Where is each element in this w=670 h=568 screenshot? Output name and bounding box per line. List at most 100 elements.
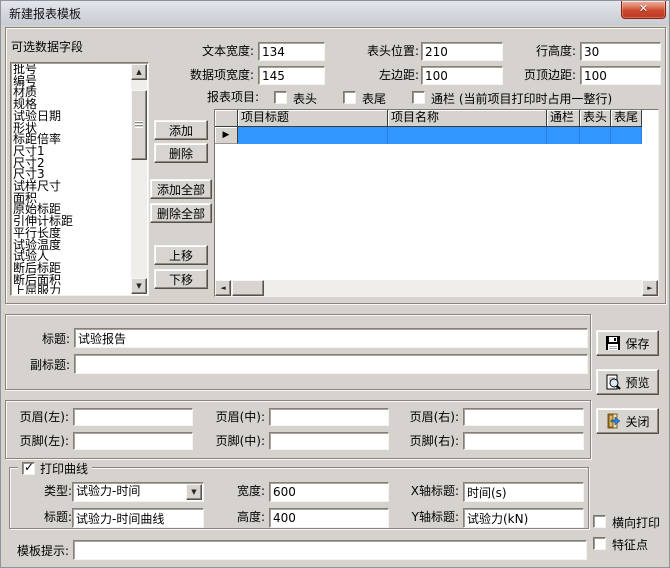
- page-footer-center-label: 页脚(中):: [202, 434, 265, 449]
- grid-horizontal-scrollbar[interactable]: ◄ ►: [215, 280, 658, 296]
- scroll-right-icon: ►: [647, 284, 652, 292]
- grid-cell[interactable]: [547, 127, 580, 144]
- add-all-button[interactable]: 添加全部: [150, 179, 212, 199]
- save-icon: [605, 335, 621, 351]
- title-label: 标题:: [14, 332, 70, 347]
- landscape-print-checkbox[interactable]: [593, 515, 606, 528]
- template-hint-input[interactable]: [73, 540, 587, 560]
- available-fields-label: 可选数据字段: [11, 40, 83, 55]
- row-height-input[interactable]: [580, 42, 661, 61]
- dialog-window: { "window": { "title": "新建报表模板" }, "fiel…: [0, 0, 670, 568]
- scrollbar-thumb[interactable]: [131, 90, 147, 160]
- landscape-print-label: 横向打印: [612, 514, 660, 531]
- curve-width-label: 宽度:: [222, 484, 265, 499]
- grid-cell[interactable]: [611, 127, 642, 144]
- scroll-up-icon: ▲: [136, 68, 141, 76]
- move-up-button[interactable]: 上移: [154, 245, 208, 265]
- preview-button[interactable]: 预览: [596, 369, 659, 395]
- grid-cell[interactable]: [238, 127, 388, 144]
- grid-cell[interactable]: [388, 127, 547, 144]
- title-bar[interactable]: 新建报表模板: [1, 1, 669, 25]
- data-width-label: 数据项宽度:: [156, 68, 254, 83]
- curve-title-label: 标题:: [26, 510, 72, 525]
- grid-header-header[interactable]: 表头: [580, 110, 611, 127]
- text-width-input[interactable]: [258, 42, 325, 61]
- curve-height-input[interactable]: [269, 508, 389, 528]
- x-axis-label: X轴标题:: [395, 484, 459, 499]
- title-input[interactable]: [74, 328, 588, 348]
- subtitle-label: 副标题:: [6, 358, 70, 373]
- table-footer-checkbox[interactable]: [343, 91, 356, 104]
- page-header-right-input[interactable]: [463, 408, 584, 426]
- report-items-grid: 项目标题 项目名称 通栏 表头 表尾 ▶ ◄ ►: [214, 109, 659, 297]
- exit-door-icon: [605, 413, 621, 429]
- table-footer-checkbox-label: 表尾: [362, 90, 386, 107]
- report-items-panel: 可选数据字段 批号编号材质规格试验日期形状标距倍率尺寸1尺寸2尺寸3试样尺寸面积…: [5, 27, 666, 304]
- curve-title-input[interactable]: [72, 508, 204, 528]
- available-fields-listwrap: 批号编号材质规格试验日期形状标距倍率尺寸1尺寸2尺寸3试样尺寸面积原始标距引伸计…: [10, 62, 149, 296]
- preview-icon: [605, 374, 621, 390]
- curve-type-combobox[interactable]: 试验力-时间 ▼: [72, 482, 204, 502]
- scroll-down-icon: ▼: [136, 282, 141, 290]
- page-header-footer-panel: 页眉(左): 页眉(中): 页眉(右): 页脚(左): 页脚(中): 页脚(右)…: [5, 400, 591, 459]
- dropdown-button[interactable]: ▼: [186, 484, 202, 500]
- grid-cell[interactable]: [580, 127, 611, 144]
- left-margin-label: 左边距:: [332, 68, 419, 83]
- table-header-checkbox-label: 表头: [293, 90, 317, 107]
- page-header-left-input[interactable]: [73, 408, 193, 426]
- report-item-label: 报表项目:: [207, 90, 259, 105]
- scroll-down-button[interactable]: ▼: [131, 278, 147, 294]
- subtitle-input[interactable]: [74, 354, 588, 374]
- chevron-down-icon: ▼: [191, 488, 196, 496]
- add-button[interactable]: 添加: [154, 120, 208, 140]
- remove-button[interactable]: 删除: [154, 143, 208, 163]
- curve-height-label: 高度:: [222, 510, 265, 525]
- list-item[interactable]: 上屈服力: [13, 286, 131, 294]
- window-title: 新建报表模板: [9, 5, 81, 22]
- data-width-input[interactable]: [258, 66, 325, 85]
- page-header-left-label: 页眉(左):: [6, 410, 69, 425]
- print-curve-legend: 打印曲线: [18, 460, 92, 476]
- close-button[interactable]: ✕: [621, 1, 666, 19]
- grid-header-item-name[interactable]: 项目名称: [388, 110, 547, 127]
- page-footer-center-input[interactable]: [269, 432, 389, 450]
- page-footer-left-input[interactable]: [73, 432, 193, 450]
- save-button[interactable]: 保存: [596, 330, 659, 356]
- page-footer-right-label: 页脚(右):: [396, 434, 459, 449]
- page-header-center-label: 页眉(中):: [202, 410, 265, 425]
- grid-header-footer[interactable]: 表尾: [611, 110, 642, 127]
- curve-type-value: 试验力-时间: [76, 484, 140, 499]
- header-pos-label: 表头位置:: [332, 44, 419, 59]
- available-fields-listbox[interactable]: 批号编号材质规格试验日期形状标距倍率尺寸1尺寸2尺寸3试样尺寸面积原始标距引伸计…: [13, 64, 131, 294]
- close-dialog-button[interactable]: 关闭: [596, 408, 659, 434]
- scroll-right-button[interactable]: ►: [642, 280, 658, 296]
- feature-points-checkbox[interactable]: [593, 537, 606, 550]
- grid-header-selector: [215, 110, 238, 127]
- page-footer-right-input[interactable]: [463, 432, 584, 450]
- title-panel: 标题: 副标题:: [5, 314, 591, 390]
- listbox-scrollbar[interactable]: ▲ ▼: [131, 64, 147, 294]
- y-axis-input[interactable]: [463, 508, 584, 528]
- scroll-up-button[interactable]: ▲: [131, 64, 147, 80]
- table-header-checkbox[interactable]: [274, 91, 287, 104]
- grid-header-item-title[interactable]: 项目标题: [238, 110, 388, 127]
- grid-header-row: 项目标题 项目名称 通栏 表头 表尾: [215, 110, 642, 127]
- top-margin-label: 页顶边距:: [488, 68, 576, 83]
- full-row-checkbox[interactable]: [412, 91, 425, 104]
- grid-scrollbar-thumb[interactable]: [232, 280, 264, 296]
- top-margin-input[interactable]: [580, 66, 661, 85]
- grid-header-fullrow[interactable]: 通栏: [547, 110, 580, 127]
- x-axis-input[interactable]: [463, 482, 584, 502]
- move-down-button[interactable]: 下移: [154, 269, 208, 289]
- print-curve-checkbox[interactable]: [22, 462, 35, 475]
- print-curve-group: 打印曲线 类型: 试验力-时间 ▼ 宽度: X轴标题: 标题: 高度: Y轴标题…: [9, 467, 589, 529]
- grid-selected-row[interactable]: ▶: [215, 127, 642, 144]
- feature-points-label: 特征点: [612, 536, 648, 553]
- scroll-left-icon: ◄: [220, 284, 225, 292]
- scroll-left-button[interactable]: ◄: [215, 280, 231, 296]
- page-header-center-input[interactable]: [269, 408, 389, 426]
- remove-all-button[interactable]: 删除全部: [150, 203, 212, 223]
- text-width-label: 文本宽度:: [156, 44, 254, 59]
- close-icon: ✕: [639, 2, 648, 15]
- curve-width-input[interactable]: [269, 482, 389, 502]
